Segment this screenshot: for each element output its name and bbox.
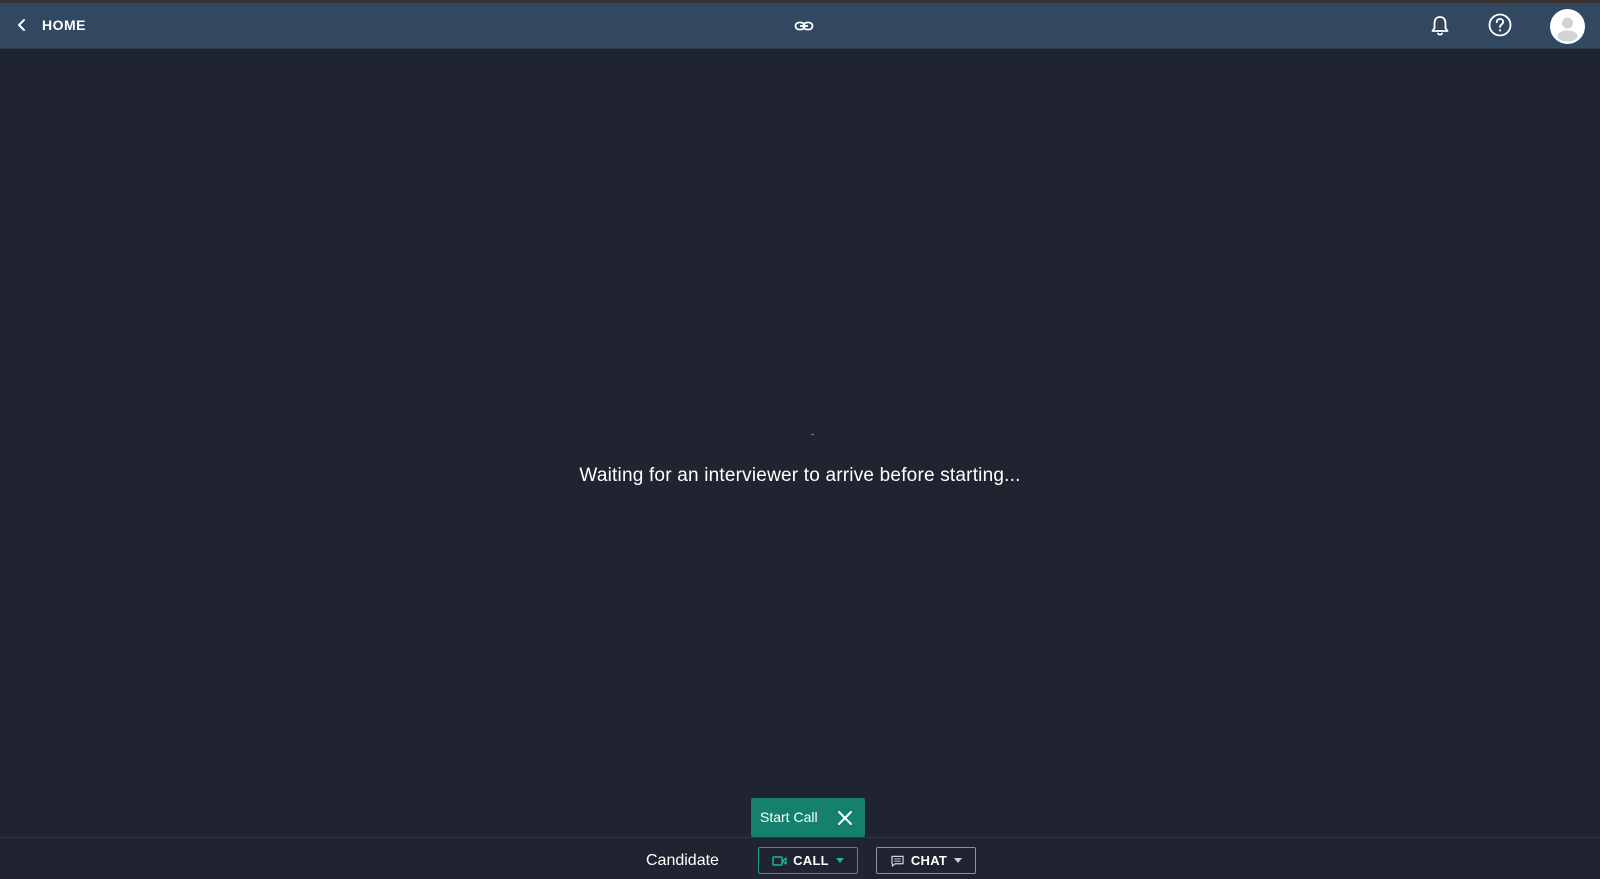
caret-down-icon [954, 858, 963, 863]
bottom-toolbar: Candidate CALL CHAT [0, 837, 1600, 879]
help-circle-icon[interactable] [1488, 13, 1512, 37]
chat-button-label: CHAT [910, 853, 948, 868]
user-avatar[interactable] [1550, 9, 1585, 44]
call-button-label: CALL [793, 853, 829, 868]
home-label: HOME [42, 17, 86, 33]
bell-icon[interactable] [1430, 15, 1450, 37]
chat-button[interactable]: CHAT [876, 847, 976, 874]
loading-spinner [811, 434, 814, 435]
user-avatar-icon [1557, 17, 1578, 42]
waiting-room-stage: Waiting for an interviewer to arrive bef… [0, 49, 1600, 837]
back-home-link[interactable]: HOME [16, 14, 86, 36]
start-call-tooltip-label: Start Call [760, 809, 818, 825]
close-icon[interactable] [837, 810, 853, 826]
app-window: HOME Waiting for an interviewer to arriv… [0, 0, 1600, 879]
video-camera-icon [772, 855, 787, 866]
caret-down-icon [835, 858, 844, 863]
chevron-left-icon [18, 19, 25, 31]
top-navigation-bar: HOME [0, 3, 1600, 49]
participant-label: Candidate [646, 852, 719, 869]
start-call-tooltip: Start Call [751, 798, 865, 837]
chat-bubble-icon [891, 855, 904, 867]
link-icon[interactable] [794, 16, 814, 36]
call-button[interactable]: CALL [758, 847, 858, 874]
waiting-status-message: Waiting for an interviewer to arrive bef… [579, 465, 1021, 486]
